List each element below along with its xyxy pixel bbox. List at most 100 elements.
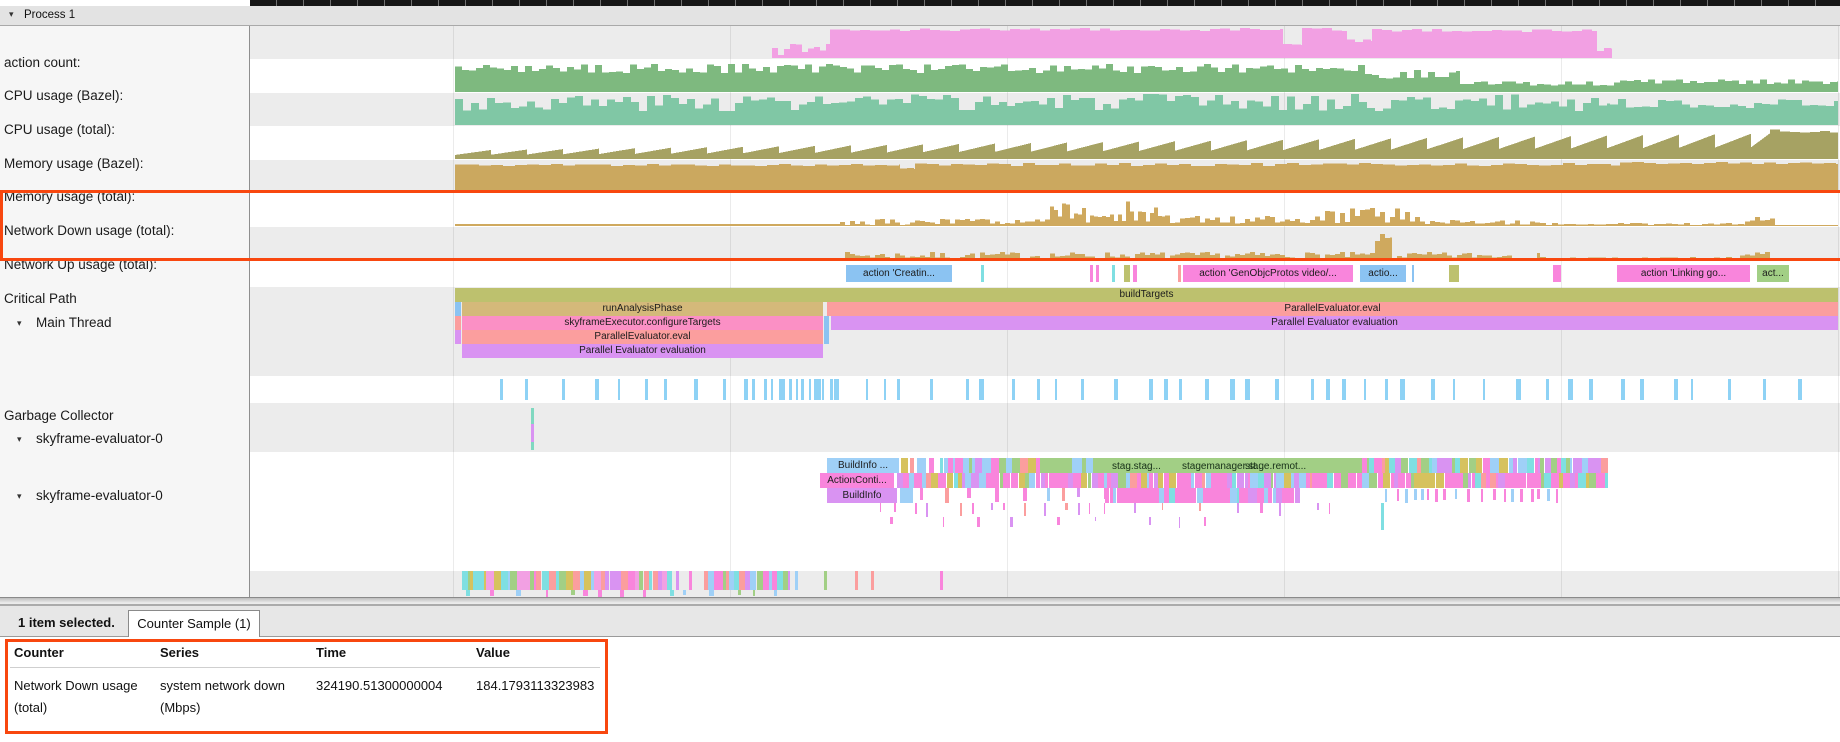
cpu-heavy-subrow[interactable] bbox=[738, 590, 741, 595]
sky-r3-tail[interactable] bbox=[1504, 489, 1506, 502]
gc-tick[interactable] bbox=[1114, 379, 1118, 400]
trace-slice[interactable] bbox=[901, 458, 908, 473]
trace-slice[interactable]: ActionConti... bbox=[820, 473, 894, 488]
cpu-heavy-cluster-a[interactable] bbox=[605, 571, 609, 590]
cpu-heavy-cluster-a[interactable] bbox=[486, 571, 493, 590]
trace-slice[interactable] bbox=[1112, 265, 1115, 282]
sky-r2-dense[interactable] bbox=[979, 473, 986, 488]
sky-r1-dense-b[interactable] bbox=[1570, 458, 1572, 473]
trace-slice[interactable] bbox=[871, 571, 874, 590]
sky-r2-dense[interactable] bbox=[1237, 473, 1244, 488]
sky-r3-sparse[interactable] bbox=[1077, 488, 1080, 497]
trace-slice[interactable] bbox=[1178, 265, 1181, 282]
sky-r3-sparse[interactable] bbox=[1023, 488, 1026, 501]
sky-r3-dense[interactable] bbox=[1257, 488, 1264, 503]
sky-r2-dense[interactable] bbox=[1507, 473, 1514, 488]
trace-slice[interactable]: Parallel Evaluator evaluation bbox=[831, 316, 1838, 330]
cpu-heavy-cluster-a[interactable] bbox=[549, 571, 556, 590]
sky-r1-dense-b[interactable] bbox=[1490, 458, 1499, 473]
sky-r2-dense[interactable] bbox=[1432, 473, 1435, 488]
gc-tick[interactable] bbox=[1589, 379, 1593, 400]
trace-slice[interactable] bbox=[1124, 265, 1130, 282]
trace-slice[interactable] bbox=[929, 458, 934, 473]
gc-tick[interactable] bbox=[1055, 379, 1057, 400]
sky-r3-tail[interactable] bbox=[1547, 489, 1550, 501]
sky-hang1[interactable] bbox=[972, 503, 975, 514]
trace-slice[interactable] bbox=[531, 408, 534, 424]
gc-tick[interactable] bbox=[979, 379, 983, 400]
sky-r1-dense-b[interactable] bbox=[1421, 458, 1430, 473]
gc-tick[interactable] bbox=[817, 379, 821, 400]
sky-hang1[interactable] bbox=[1162, 503, 1163, 510]
sky-r1-dense-b[interactable] bbox=[1460, 458, 1468, 473]
gc-tick-dense[interactable] bbox=[779, 379, 781, 400]
cpu-heavy-cluster-a[interactable] bbox=[628, 571, 635, 590]
sky-r2-dense[interactable] bbox=[1195, 473, 1203, 488]
sky-r3-dense[interactable] bbox=[1113, 488, 1116, 503]
cpu-heavy-cluster-a[interactable] bbox=[584, 571, 591, 590]
gc-tick[interactable] bbox=[525, 379, 528, 400]
gc-tick[interactable] bbox=[723, 379, 726, 400]
sky-r2-dense[interactable] bbox=[1202, 473, 1204, 488]
trace-slice[interactable]: BuildInfo ... bbox=[827, 458, 899, 473]
sky-r2-dense[interactable] bbox=[1014, 473, 1018, 488]
sky-r3-tail[interactable] bbox=[1421, 489, 1424, 500]
trace-slice[interactable] bbox=[855, 571, 858, 590]
sky-r2-dense[interactable] bbox=[1062, 473, 1069, 488]
cpu-heavy-cluster-a[interactable] bbox=[501, 571, 509, 590]
gc-tick[interactable] bbox=[1691, 379, 1694, 400]
sky-r3-sparse[interactable] bbox=[967, 488, 971, 498]
cpu-heavy-subrow[interactable] bbox=[598, 590, 602, 597]
gc-tick[interactable] bbox=[562, 379, 565, 400]
cpu-heavy-cluster-a[interactable] bbox=[566, 571, 573, 590]
gc-tick-dense[interactable] bbox=[789, 379, 793, 400]
gc-tick[interactable] bbox=[1385, 379, 1388, 400]
cpu-heavy-cluster-b[interactable] bbox=[757, 571, 764, 590]
trace-slice[interactable] bbox=[900, 488, 913, 503]
sky-hang1[interactable] bbox=[1199, 503, 1201, 511]
sky-r2-dense[interactable] bbox=[947, 473, 953, 488]
trace-slice[interactable] bbox=[1086, 458, 1093, 473]
gc-tick[interactable] bbox=[1431, 379, 1435, 400]
sky-r3-sparse[interactable] bbox=[995, 488, 999, 502]
sky-r3-tail[interactable] bbox=[1427, 489, 1429, 500]
gc-tick[interactable] bbox=[1179, 379, 1182, 400]
gc-tick[interactable] bbox=[1311, 379, 1314, 400]
gc-tick[interactable] bbox=[897, 379, 901, 400]
cpu-heavy-cluster-a[interactable] bbox=[667, 571, 672, 590]
cpu-heavy-subrow[interactable] bbox=[643, 590, 646, 597]
sky-r3-tail[interactable] bbox=[1493, 489, 1496, 500]
sky-hang1[interactable] bbox=[1329, 503, 1330, 514]
sky-hang1[interactable] bbox=[1065, 503, 1068, 510]
trace-slice[interactable] bbox=[1553, 265, 1561, 282]
sky-r2-dense[interactable] bbox=[1118, 473, 1126, 488]
sky-hang1[interactable] bbox=[926, 503, 928, 517]
sky-r1-dense-a[interactable] bbox=[940, 458, 943, 473]
sky-r2-dense[interactable] bbox=[1383, 473, 1391, 488]
sky-hang1[interactable] bbox=[915, 503, 916, 514]
gc-tick[interactable] bbox=[500, 379, 503, 400]
gc-tick-dense[interactable] bbox=[822, 379, 824, 400]
sky-hang2[interactable] bbox=[1149, 517, 1151, 525]
trace-slice[interactable] bbox=[824, 316, 829, 330]
gc-tick[interactable] bbox=[1245, 379, 1249, 400]
trace-slice[interactable] bbox=[824, 330, 829, 344]
sky-r2-dense[interactable] bbox=[1158, 473, 1163, 488]
sky-r2-dense[interactable] bbox=[931, 473, 939, 488]
cpu-heavy-cluster-a[interactable] bbox=[494, 571, 501, 590]
sky-hang2[interactable] bbox=[1010, 517, 1013, 527]
sky-hang1[interactable] bbox=[894, 503, 896, 512]
trace-slice[interactable] bbox=[1096, 265, 1099, 282]
trace-slice[interactable] bbox=[917, 458, 926, 473]
tab-counter-sample[interactable]: Counter Sample (1) bbox=[128, 610, 260, 637]
sky-r2-dense[interactable] bbox=[1424, 473, 1431, 488]
cpu-heavy-cluster-a[interactable] bbox=[523, 571, 530, 590]
gc-tick[interactable] bbox=[1400, 379, 1405, 400]
trace-slice[interactable] bbox=[981, 265, 984, 282]
sky-r1-dense-a[interactable] bbox=[999, 458, 1006, 473]
sky-hang1[interactable] bbox=[880, 503, 881, 512]
sky-r2-dense[interactable] bbox=[1130, 473, 1136, 488]
sky-r2-dense[interactable] bbox=[1551, 473, 1559, 488]
trace-slice[interactable] bbox=[824, 571, 827, 590]
sky-r2-dense[interactable] bbox=[1088, 473, 1090, 488]
